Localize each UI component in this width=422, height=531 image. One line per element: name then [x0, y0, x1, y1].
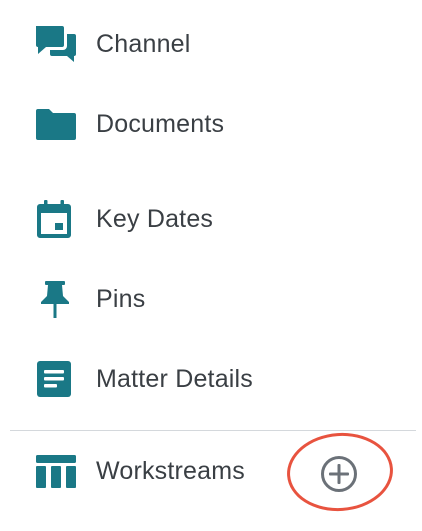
- document-icon: [34, 359, 78, 399]
- menu-item-label: Key Dates: [96, 205, 214, 233]
- menu-item-label: Documents: [96, 110, 225, 138]
- add-workstream-button[interactable]: [319, 454, 359, 494]
- menu-item-label: Workstreams: [96, 457, 245, 485]
- pin-icon: [34, 279, 78, 319]
- calendar-icon: [34, 199, 78, 239]
- sidebar-menu: Channel Documents Key Dates Pins Matter …: [0, 0, 422, 531]
- plus-circle-icon: [319, 454, 359, 494]
- table-icon: [34, 451, 78, 491]
- add-workstream-highlight: [284, 429, 396, 515]
- folder-icon: [34, 104, 78, 144]
- menu-item-documents[interactable]: Documents: [0, 94, 422, 154]
- menu-item-matter-details[interactable]: Matter Details: [0, 349, 422, 409]
- divider: [10, 430, 416, 431]
- menu-item-label: Matter Details: [96, 365, 254, 393]
- menu-item-channel[interactable]: Channel: [0, 14, 422, 74]
- menu-item-label: Pins: [96, 285, 146, 313]
- menu-item-label: Channel: [96, 30, 191, 58]
- menu-item-key-dates[interactable]: Key Dates: [0, 189, 422, 249]
- menu-item-pins[interactable]: Pins: [0, 269, 422, 329]
- chat-icon: [34, 24, 78, 64]
